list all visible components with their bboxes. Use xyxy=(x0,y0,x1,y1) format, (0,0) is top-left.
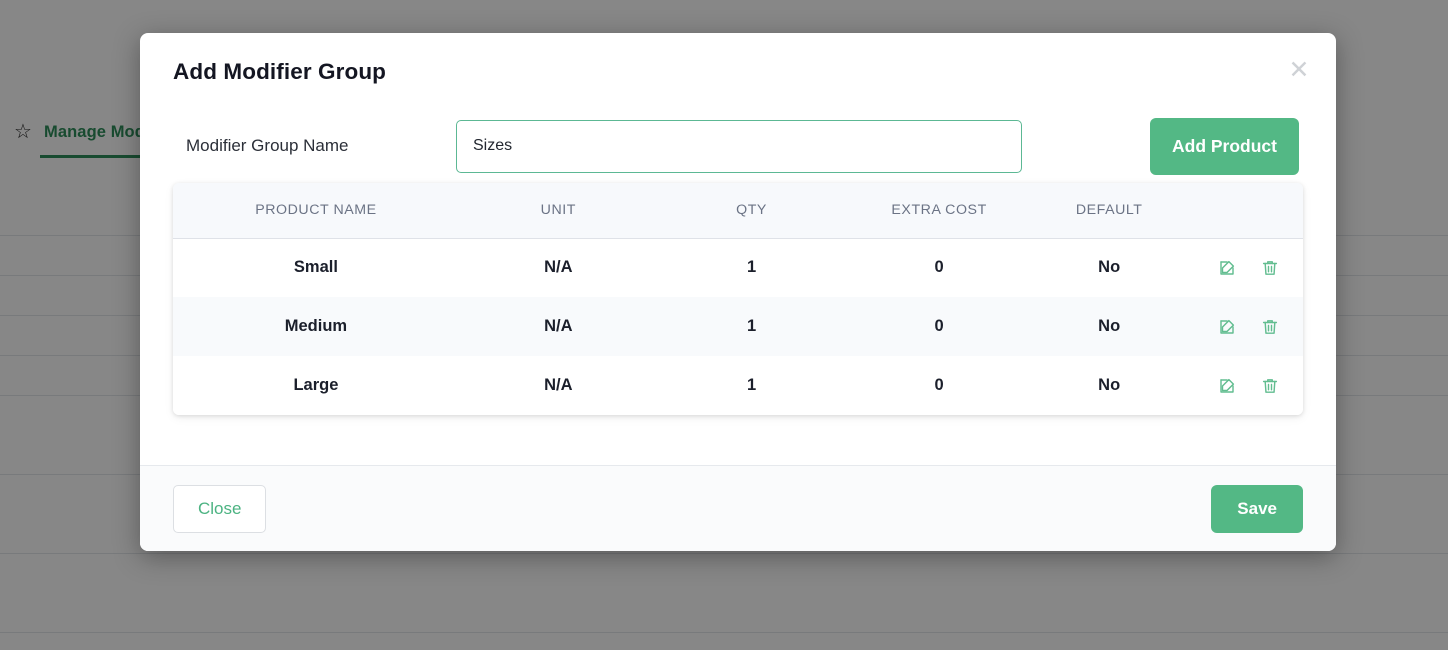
cell-qty: 1 xyxy=(657,238,846,297)
modifier-group-name-label: Modifier Group Name xyxy=(186,136,349,155)
cell-unit: N/A xyxy=(458,297,658,356)
cell-product-name: Large xyxy=(173,356,459,415)
save-button[interactable]: Save xyxy=(1211,484,1303,533)
edit-icon[interactable] xyxy=(1218,375,1240,397)
column-header-qty: QTY xyxy=(657,183,846,239)
modifier-group-form-row: Modifier Group Name Add Product xyxy=(160,109,1316,183)
table-body: Small N/A 1 0 No Medium N/A 1 0 No Large… xyxy=(173,238,1303,415)
modifier-group-name-input[interactable] xyxy=(456,119,1022,173)
column-header-default: DEFAULT xyxy=(1032,183,1186,239)
trash-icon[interactable] xyxy=(1261,375,1283,397)
app-root: ☆ Manage Modifiers Add Modifier Group ✕ … xyxy=(0,0,1448,650)
cell-extra-cost: 0 xyxy=(845,356,1033,415)
dialog-footer: Close Save xyxy=(140,465,1336,551)
cell-product-name: Small xyxy=(173,238,459,297)
cell-qty: 1 xyxy=(657,297,846,356)
cell-unit: N/A xyxy=(458,238,658,297)
cell-actions xyxy=(1185,238,1303,297)
cell-qty: 1 xyxy=(657,356,846,415)
cell-extra-cost: 0 xyxy=(845,238,1033,297)
table-row: Medium N/A 1 0 No xyxy=(173,297,1303,356)
table-row: Large N/A 1 0 No xyxy=(173,356,1303,415)
modifier-products-table: PRODUCT NAME UNIT QTY EXTRA COST DEFAULT… xyxy=(173,183,1303,415)
add-product-button[interactable]: Add Product xyxy=(1150,117,1299,175)
table-header-row: PRODUCT NAME UNIT QTY EXTRA COST DEFAULT xyxy=(173,183,1303,239)
dialog-title: Add Modifier Group xyxy=(173,59,387,84)
cell-extra-cost: 0 xyxy=(845,297,1033,356)
table-head: PRODUCT NAME UNIT QTY EXTRA COST DEFAULT xyxy=(173,183,1303,239)
column-header-actions xyxy=(1185,183,1303,239)
edit-icon[interactable] xyxy=(1218,257,1240,279)
table-row: Small N/A 1 0 No xyxy=(173,238,1303,297)
column-header-unit: UNIT xyxy=(458,183,658,239)
cell-actions xyxy=(1185,356,1303,415)
trash-icon[interactable] xyxy=(1261,316,1283,338)
column-header-extra-cost: EXTRA COST xyxy=(845,183,1033,239)
cell-default: No xyxy=(1032,297,1186,356)
column-header-product-name: PRODUCT NAME xyxy=(173,183,459,239)
cell-unit: N/A xyxy=(458,356,658,415)
add-modifier-group-dialog: Add Modifier Group ✕ Modifier Group Name… xyxy=(140,33,1336,551)
edit-icon[interactable] xyxy=(1218,316,1240,338)
close-button[interactable]: Close xyxy=(173,484,267,533)
cell-product-name: Medium xyxy=(173,297,459,356)
dialog-body: Modifier Group Name Add Product PRODUCT … xyxy=(140,109,1336,465)
cell-actions xyxy=(1185,297,1303,356)
trash-icon[interactable] xyxy=(1261,257,1283,279)
modifier-products-table-card: PRODUCT NAME UNIT QTY EXTRA COST DEFAULT… xyxy=(173,183,1303,415)
cell-default: No xyxy=(1032,356,1186,415)
dialog-header: Add Modifier Group ✕ xyxy=(140,33,1336,109)
cell-default: No xyxy=(1032,238,1186,297)
close-icon[interactable]: ✕ xyxy=(1285,56,1313,84)
